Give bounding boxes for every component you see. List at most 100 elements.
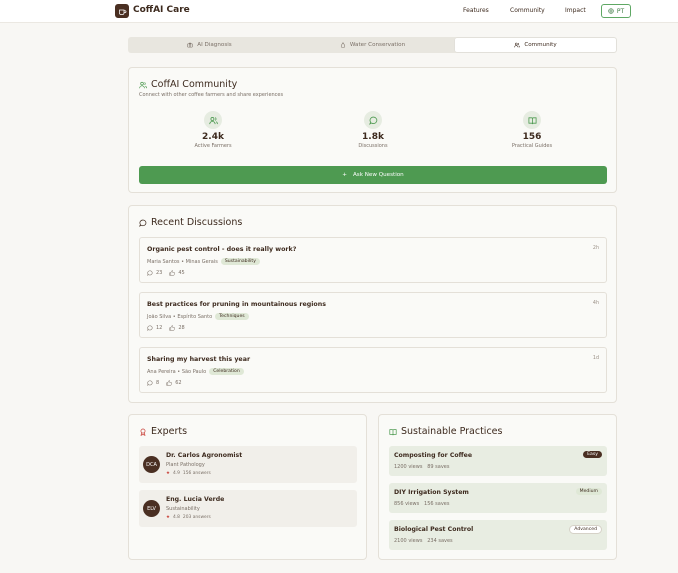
practice-meta: 856 views 156 saves bbox=[394, 501, 450, 507]
discussion-title[interactable]: Sharing my harvest this year bbox=[147, 356, 250, 363]
practice-item[interactable]: Composting for Coffee 1200 views 89 save… bbox=[389, 446, 607, 476]
practices-title-text: Sustainable Practices bbox=[401, 426, 503, 437]
discussion-stats: 23 45 bbox=[147, 270, 185, 276]
tab-water-conservation[interactable]: Water Conservation bbox=[292, 38, 453, 52]
stat-value: 2.4k bbox=[202, 132, 224, 142]
community-title-text: CoffAI Community bbox=[151, 79, 238, 90]
discussion-tag[interactable]: Celebration bbox=[209, 368, 244, 375]
community-subtitle: Connect with other coffee farmers and sh… bbox=[139, 92, 284, 98]
tab-label: Water Conservation bbox=[349, 42, 406, 48]
chat-icon bbox=[364, 111, 382, 129]
nav-impact[interactable]: Impact bbox=[565, 7, 586, 14]
nav-features[interactable]: Features bbox=[463, 7, 489, 14]
nav-community[interactable]: Community bbox=[510, 7, 545, 14]
discussion-tag[interactable]: Techniques bbox=[215, 313, 249, 320]
stat-active-farmers: 2.4k Active Farmers bbox=[158, 111, 268, 149]
community-card: CoffAI Community Connect with other coff… bbox=[128, 67, 617, 193]
discussion-stats: 12 28 bbox=[147, 325, 185, 331]
comment-icon[interactable] bbox=[147, 270, 153, 276]
star-icon: ★ bbox=[166, 515, 170, 520]
answers-count: 156 answers bbox=[182, 471, 211, 476]
discussion-time: 4h bbox=[592, 301, 599, 306]
difficulty-badge: Easy bbox=[583, 451, 602, 458]
stat-label: Discussions bbox=[358, 143, 388, 149]
practice-item[interactable]: DIY Irrigation System 856 views 156 save… bbox=[389, 483, 607, 513]
discussion-stats: 8 62 bbox=[147, 380, 182, 386]
practice-title[interactable]: Composting for Coffee bbox=[394, 452, 472, 459]
discussion-tag[interactable]: Sustainability bbox=[220, 258, 260, 265]
discussion-meta: João Silva • Espírito Santo Techniques bbox=[147, 313, 249, 320]
practice-saves: 234 saves bbox=[427, 538, 453, 544]
top-header: CoffAI Care Features Community Impact PT bbox=[0, 0, 678, 23]
discussion-item[interactable]: Best practices for pruning in mountainou… bbox=[139, 292, 607, 338]
expert-item[interactable]: ELV Eng. Lucia Verde Sustainability ★ 4.… bbox=[139, 490, 357, 527]
discussion-time: 1d bbox=[592, 356, 599, 361]
ask-new-question-button[interactable]: + Ask New Question bbox=[139, 166, 607, 184]
expert-role: Plant Pathology bbox=[166, 462, 205, 468]
practice-saves: 89 saves bbox=[427, 464, 450, 470]
book-icon bbox=[523, 111, 541, 129]
discussion-time: 2h bbox=[592, 246, 599, 251]
discussion-title[interactable]: Best practices for pruning in mountainou… bbox=[147, 301, 326, 308]
thumbs-up-icon[interactable] bbox=[166, 380, 173, 386]
water-icon bbox=[340, 42, 345, 48]
discussion-author: Ana Pereira • São Paulo bbox=[147, 368, 207, 375]
tab-ai-diagnosis[interactable]: AI Diagnosis bbox=[129, 38, 290, 52]
discussion-author: Maria Santos • Minas Gerais bbox=[147, 258, 218, 265]
expert-rating: ★ 4.8 203 answers bbox=[166, 515, 211, 520]
plus-icon: + bbox=[342, 172, 347, 178]
comment-icon[interactable] bbox=[147, 380, 153, 386]
recent-discussions-card: Recent Discussions Organic pest control … bbox=[128, 205, 617, 403]
like-count: 62 bbox=[175, 380, 182, 386]
comment-icon[interactable] bbox=[147, 325, 153, 331]
users-icon bbox=[139, 81, 147, 88]
expert-rating: ★ 4.9 156 answers bbox=[166, 471, 211, 476]
discussions-title: Recent Discussions bbox=[139, 217, 242, 228]
discussion-meta: Maria Santos • Minas Gerais Sustainabili… bbox=[147, 258, 260, 265]
discussions-title-text: Recent Discussions bbox=[151, 217, 243, 228]
language-label: PT bbox=[616, 7, 625, 15]
expert-item[interactable]: DCA Dr. Carlos Agronomist Plant Patholog… bbox=[139, 446, 357, 483]
practice-views: 2100 views bbox=[394, 538, 423, 544]
coffee-logo-icon[interactable] bbox=[115, 4, 129, 18]
practice-views: 1200 views bbox=[394, 464, 423, 470]
discussion-author: João Silva • Espírito Santo bbox=[147, 313, 213, 320]
thumbs-up-icon[interactable] bbox=[169, 325, 176, 331]
discussion-title[interactable]: Organic pest control - does it really wo… bbox=[147, 246, 296, 253]
globe-icon bbox=[608, 8, 614, 14]
difficulty-badge: Medium bbox=[575, 488, 602, 495]
star-icon: ★ bbox=[166, 471, 170, 476]
comment-count: 23 bbox=[156, 270, 163, 276]
tab-community[interactable]: Community bbox=[455, 38, 616, 52]
thumbs-up-icon[interactable] bbox=[169, 270, 176, 276]
stat-value: 156 bbox=[522, 132, 542, 142]
discussion-item[interactable]: Organic pest control - does it really wo… bbox=[139, 237, 607, 283]
camera-icon bbox=[187, 42, 193, 48]
tab-label: AI Diagnosis bbox=[197, 42, 232, 48]
rating-value: 4.8 bbox=[172, 515, 180, 520]
experts-title: Experts bbox=[139, 426, 187, 437]
like-count: 45 bbox=[178, 270, 185, 276]
like-count: 28 bbox=[178, 325, 185, 331]
stat-practical-guides: 156 Practical Guides bbox=[477, 111, 587, 149]
practices-title: Sustainable Practices bbox=[389, 426, 502, 437]
practice-title[interactable]: DIY Irrigation System bbox=[394, 489, 469, 496]
stat-discussions: 1.8k Discussions bbox=[318, 111, 428, 149]
practice-item[interactable]: Biological Pest Control 2100 views 234 s… bbox=[389, 520, 607, 550]
experts-title-text: Experts bbox=[151, 426, 188, 437]
expert-name[interactable]: Eng. Lucia Verde bbox=[166, 496, 224, 503]
expert-name[interactable]: Dr. Carlos Agronomist bbox=[166, 452, 242, 459]
users-icon bbox=[204, 111, 222, 129]
stat-label: Active Farmers bbox=[194, 143, 232, 149]
avatar: DCA bbox=[143, 456, 160, 473]
difficulty-badge: Advanced bbox=[569, 525, 602, 534]
chat-icon bbox=[139, 219, 147, 227]
practice-views: 856 views bbox=[394, 501, 420, 507]
brand-name[interactable]: CoffAI Care bbox=[133, 5, 190, 15]
discussion-item[interactable]: Sharing my harvest this year Ana Pereira… bbox=[139, 347, 607, 393]
stat-value: 1.8k bbox=[362, 132, 384, 142]
practices-card: Sustainable Practices Composting for Cof… bbox=[378, 414, 617, 560]
language-toggle-button[interactable]: PT bbox=[601, 4, 631, 18]
answers-count: 203 answers bbox=[182, 515, 211, 520]
practice-title[interactable]: Biological Pest Control bbox=[394, 526, 473, 533]
